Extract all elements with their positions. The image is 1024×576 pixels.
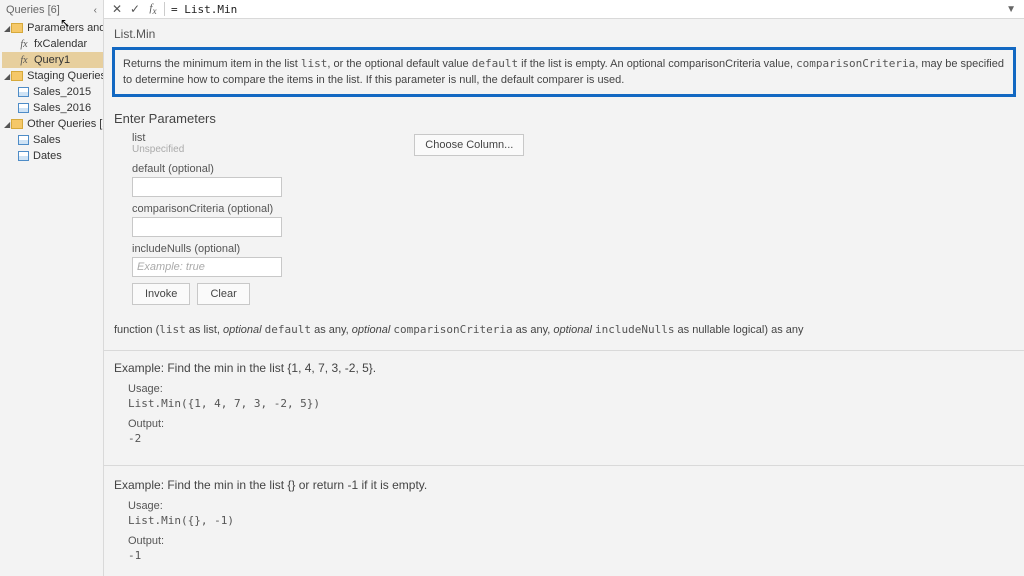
param-label-includenulls: includeNulls (optional) — [132, 243, 1014, 255]
sig-optional: optional — [223, 324, 262, 336]
sidebar-title: Queries [6] — [6, 4, 60, 16]
param-unspecified: Unspecified — [132, 144, 184, 155]
param-input-default[interactable] — [132, 177, 282, 197]
table-icon — [18, 103, 29, 113]
tree-group-other[interactable]: ◢ Other Queries [2] — [2, 116, 103, 132]
table-icon — [18, 135, 29, 145]
desc-code: default — [472, 57, 518, 70]
tree-item-label: Sales_2015 — [33, 86, 91, 98]
param-input-includenulls[interactable] — [132, 257, 282, 277]
fx-icon[interactable]: fx — [144, 2, 162, 16]
param-label-comparison: comparisonCriteria (optional) — [132, 203, 1014, 215]
tree-group-label: Staging Queries [2] — [27, 70, 103, 82]
tree-item-dates[interactable]: Dates — [2, 148, 103, 164]
usage-code: List.Min({1, 4, 7, 3, -2, 5}) — [128, 397, 1014, 410]
tree-item-sales[interactable]: Sales — [2, 132, 103, 148]
sig-text: as any, — [311, 324, 352, 336]
function-description: Returns the minimum item in the list lis… — [112, 47, 1016, 97]
usage-label: Usage: — [128, 383, 1014, 395]
tree-group-label: Other Queries [2] — [27, 118, 103, 130]
usage-code: List.Min({}, -1) — [128, 514, 1014, 527]
parameters-panel: list Unspecified Choose Column... defaul… — [104, 132, 1024, 313]
output-code: -1 — [128, 549, 1014, 562]
sig-text: as any, — [513, 324, 554, 336]
table-icon — [18, 151, 29, 161]
function-name: List.Min — [104, 19, 1024, 47]
tree-item-sales2015[interactable]: Sales_2015 — [2, 84, 103, 100]
sig-code: comparisonCriteria — [393, 323, 512, 336]
param-label-list: list Unspecified — [132, 132, 184, 155]
function-signature: function (list as list, optional default… — [104, 313, 1024, 351]
tree-item-sales2016[interactable]: Sales_2016 — [2, 100, 103, 116]
sig-text: as list, — [186, 324, 223, 336]
tree-item-label: fxCalendar — [34, 38, 87, 50]
caret-icon: ◢ — [4, 120, 10, 129]
tree-group-parameters[interactable]: ◢ Parameters and Fu... — [2, 20, 103, 36]
formula-expand-icon[interactable]: ▼ — [1002, 4, 1020, 15]
divider — [164, 2, 165, 16]
tree-group-staging[interactable]: ◢ Staging Queries [2] — [2, 68, 103, 84]
output-label: Output: — [128, 535, 1014, 547]
queries-sidebar: Queries [6] ‹ ↖ ◢ Parameters and Fu... f… — [0, 0, 104, 576]
example-block: Example: Find the min in the list {} or … — [104, 465, 1024, 576]
formula-accept-icon[interactable]: ✓ — [126, 2, 144, 16]
param-label-default: default (optional) — [132, 163, 1014, 175]
folder-icon — [11, 119, 23, 129]
param-label-text: list — [132, 132, 145, 144]
folder-icon — [11, 71, 23, 81]
sig-optional: optional — [553, 324, 592, 336]
sig-code: includeNulls — [595, 323, 674, 336]
example-title: Example: Find the min in the list {1, 4,… — [114, 361, 1014, 375]
formula-input[interactable] — [167, 3, 1002, 16]
tree-item-label: Query1 — [34, 54, 70, 66]
caret-icon: ◢ — [4, 72, 10, 81]
usage-label: Usage: — [128, 500, 1014, 512]
invoke-button[interactable]: Invoke — [132, 283, 190, 305]
output-code: -2 — [128, 432, 1014, 445]
tree-item-query1[interactable]: fx Query1 — [2, 52, 103, 68]
main-panel: ✕ ✓ fx ▼ List.Min Returns the minimum it… — [104, 0, 1024, 576]
desc-code: comparisonCriteria — [796, 57, 915, 70]
clear-button[interactable]: Clear — [197, 283, 249, 305]
sig-optional: optional — [352, 324, 391, 336]
sidebar-collapse-icon[interactable]: ‹ — [94, 5, 97, 16]
desc-code: list — [301, 57, 328, 70]
formula-cancel-icon[interactable]: ✕ — [108, 2, 126, 16]
tree-item-fxcalendar[interactable]: fx fxCalendar — [2, 36, 103, 52]
output-label: Output: — [128, 418, 1014, 430]
choose-column-button[interactable]: Choose Column... — [414, 134, 524, 156]
enter-parameters-heading: Enter Parameters — [104, 107, 1024, 132]
table-icon — [18, 87, 29, 97]
caret-icon: ◢ — [4, 24, 10, 33]
fx-icon: fx — [18, 39, 30, 50]
example-block: Example: Find the min in the list {1, 4,… — [104, 351, 1024, 459]
desc-text: if the list is empty. An optional compar… — [518, 58, 796, 70]
sig-text: as nullable logical) as any — [674, 324, 803, 336]
tree-item-label: Dates — [33, 150, 62, 162]
sig-code: default — [265, 323, 311, 336]
sig-code: list — [159, 323, 186, 336]
sig-text: function ( — [114, 324, 159, 336]
tree-item-label: Sales_2016 — [33, 102, 91, 114]
fx-icon: fx — [18, 55, 30, 66]
tree-group-label: Parameters and Fu... — [27, 22, 103, 34]
formula-bar: ✕ ✓ fx ▼ — [104, 0, 1024, 19]
queries-tree: ◢ Parameters and Fu... fx fxCalendar fx … — [0, 20, 103, 164]
example-title: Example: Find the min in the list {} or … — [114, 478, 1014, 492]
folder-icon — [11, 23, 23, 33]
desc-text: Returns the minimum item in the list — [123, 58, 301, 70]
desc-text: , or the optional default value — [327, 58, 471, 70]
tree-item-label: Sales — [33, 134, 61, 146]
param-input-comparison[interactable] — [132, 217, 282, 237]
